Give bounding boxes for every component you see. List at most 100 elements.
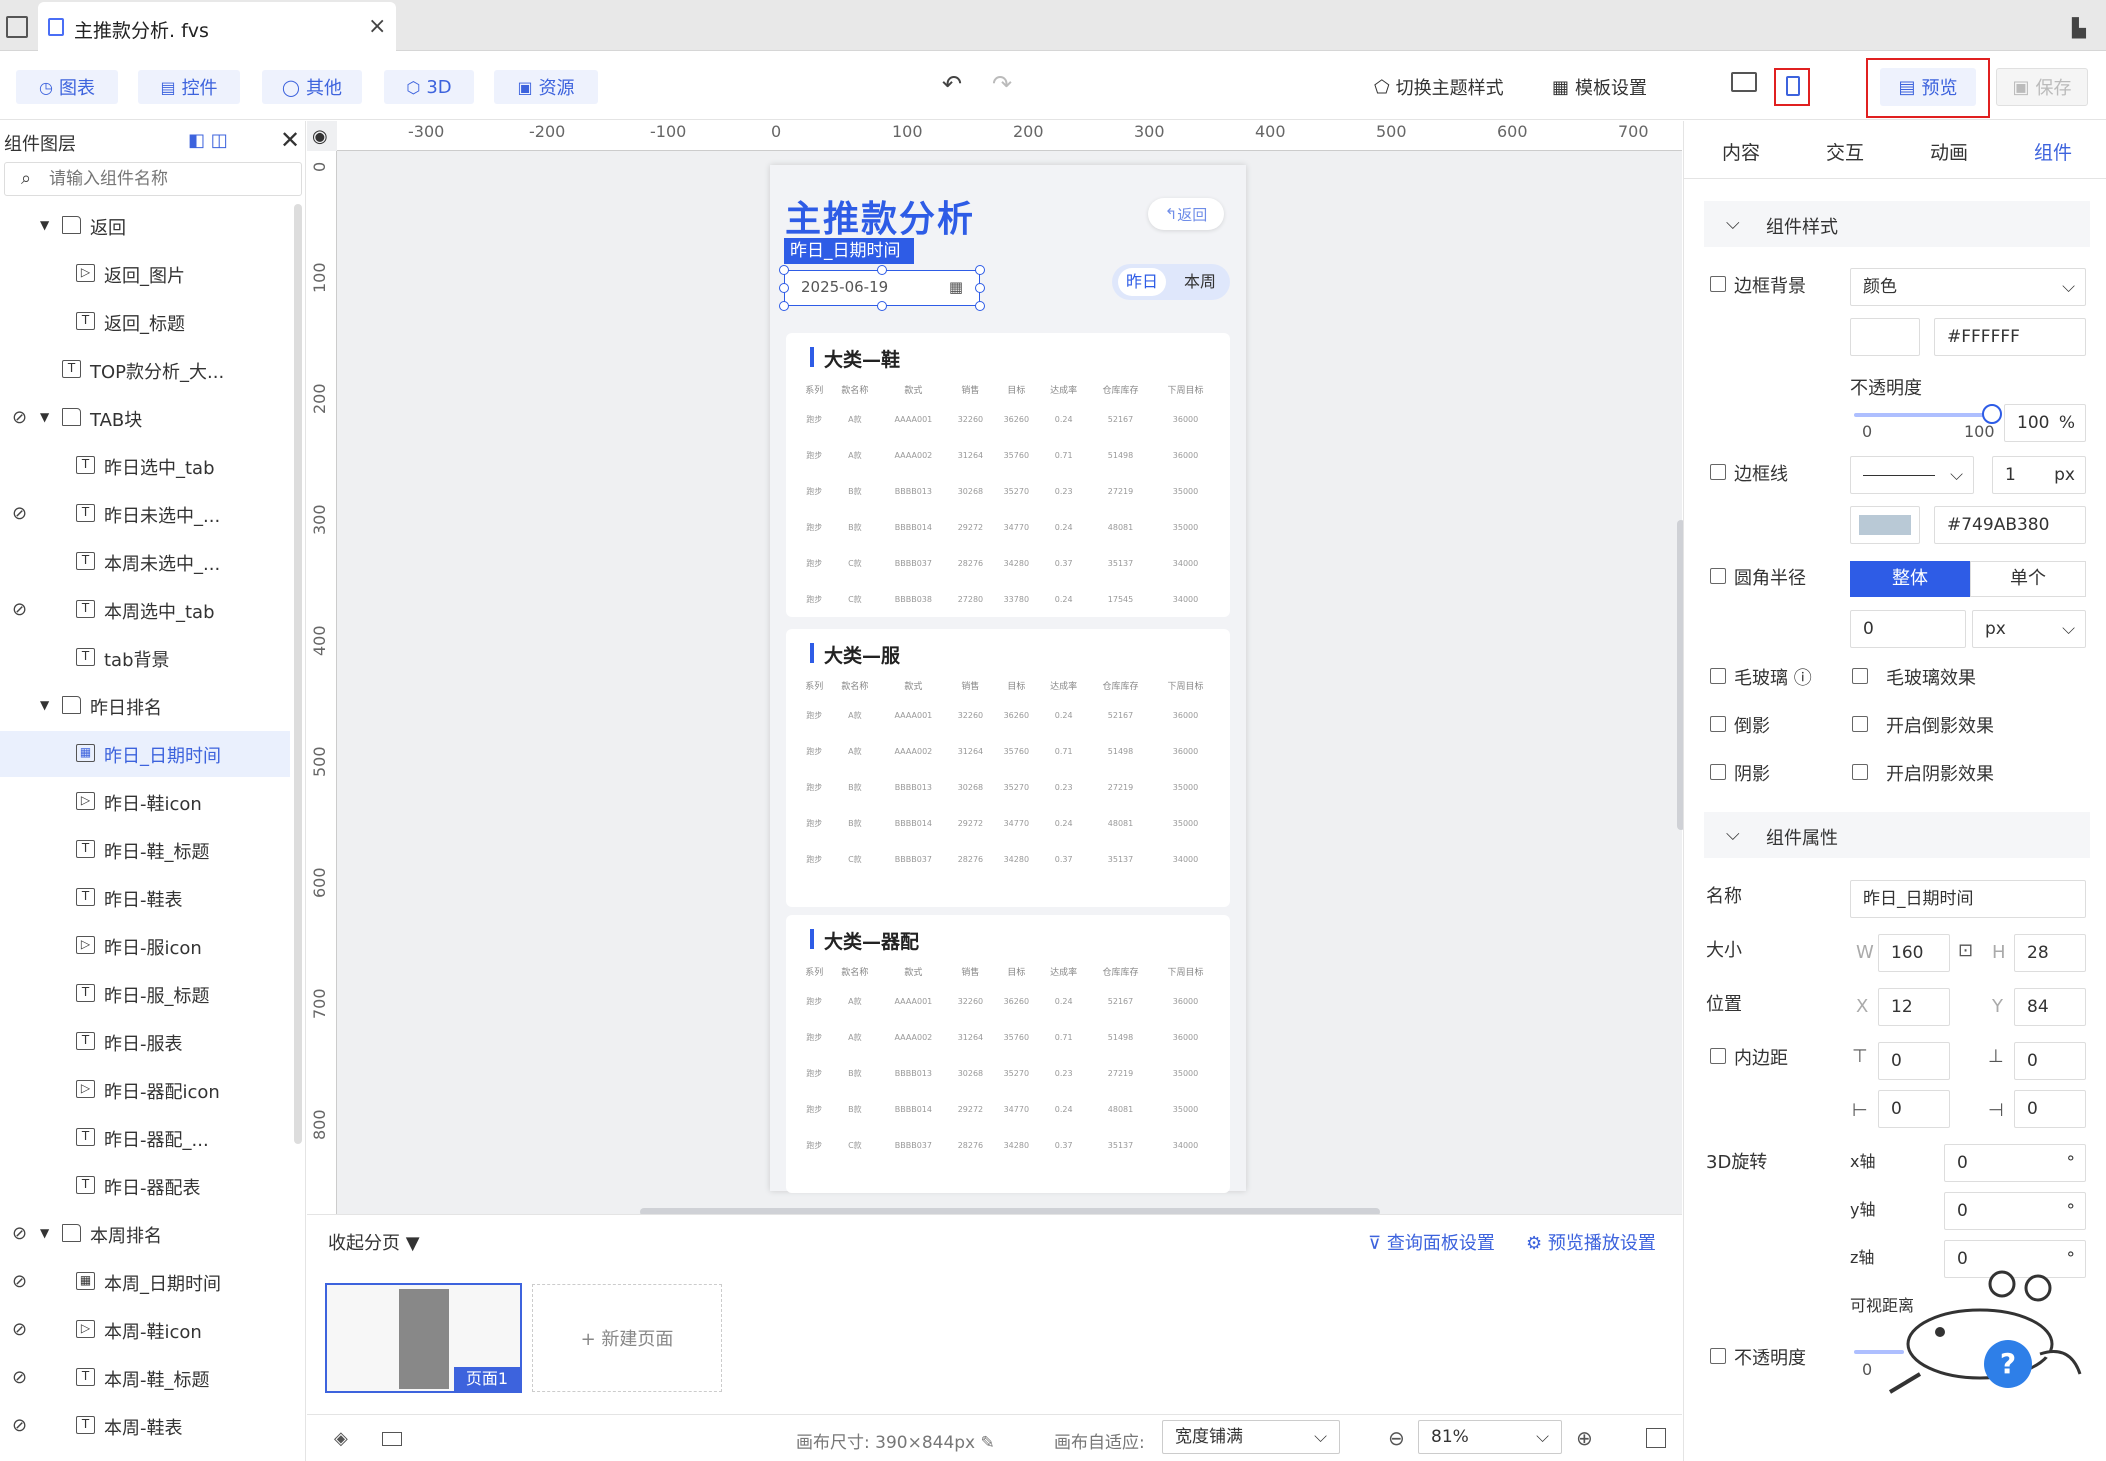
document-tab[interactable]: 主推款分析. fvs × bbox=[38, 2, 396, 51]
layer-item[interactable]: ▼ 返回 bbox=[0, 203, 290, 249]
opacity-input[interactable]: 100% bbox=[2004, 404, 2086, 442]
resize-handle[interactable] bbox=[877, 265, 887, 275]
table-row[interactable]: 跑步 A款 AAAA001 32260 36260 0.24 52167 36000 bbox=[798, 401, 1218, 437]
resize-handle[interactable] bbox=[779, 301, 789, 311]
control-button[interactable]: ▤ 控件 bbox=[138, 70, 240, 104]
y-input[interactable]: 84 bbox=[2014, 988, 2086, 1026]
keyboard-icon[interactable] bbox=[382, 1432, 402, 1446]
layer-item[interactable]: T 昨日-鞋_标题 bbox=[0, 827, 290, 873]
layer-search-input[interactable] bbox=[49, 168, 289, 190]
table-row[interactable]: 跑步 B款 BBBB014 29272 34770 0.24 48081 35000 bbox=[798, 509, 1218, 545]
layer-view-toggle-icon[interactable]: ◧ ◫ bbox=[188, 130, 228, 151]
resize-handle[interactable] bbox=[779, 283, 789, 293]
eye-slash-icon[interactable]: ⊘ bbox=[12, 503, 27, 524]
border-color-swatch[interactable] bbox=[1850, 506, 1920, 544]
border-bg-checkbox[interactable] bbox=[1710, 276, 1726, 292]
reflect-effect-checkbox[interactable] bbox=[1852, 716, 1868, 732]
mobile-device-icon[interactable] bbox=[1786, 76, 1800, 96]
resize-handle[interactable] bbox=[975, 283, 985, 293]
layers-icon[interactable]: ◈ bbox=[334, 1428, 348, 1449]
collapse-pages-button[interactable]: 收起分页 ▼ bbox=[328, 1229, 420, 1255]
table-row[interactable]: 跑步 A款 AAAA002 31264 35760 0.71 51498 36000 bbox=[798, 1019, 1218, 1055]
shadow-checkbox[interactable] bbox=[1710, 764, 1726, 780]
layer-item[interactable]: T 返回_标题 bbox=[0, 299, 290, 345]
eye-slash-icon[interactable]: ⊘ bbox=[12, 1319, 27, 1340]
component-attr-section[interactable]: ⌵ 组件属性 bbox=[1704, 812, 2090, 858]
table-row[interactable]: 跑步 C款 BBBB037 28276 34280 0.37 35137 34000 bbox=[798, 545, 1218, 581]
table-row[interactable]: 跑步 C款 BBBB038 27280 33780 0.24 17545 34000 bbox=[798, 581, 1218, 617]
layer-item[interactable]: ▷ 昨日-器配icon bbox=[0, 1067, 290, 1113]
lock-icon[interactable]: ⊡ bbox=[1958, 940, 1973, 961]
border-bg-type-select[interactable]: 颜色 ⌵ bbox=[1850, 268, 2086, 306]
canvas-size[interactable]: 画布尺寸: 390×844px ✎ bbox=[796, 1428, 995, 1453]
shadow-effect-checkbox[interactable] bbox=[1852, 764, 1868, 780]
layer-item[interactable]: ▦ 昨日_日期时间 bbox=[0, 731, 290, 777]
fullscreen-icon[interactable] bbox=[1646, 1428, 1666, 1448]
padding-checkbox[interactable] bbox=[1710, 1048, 1726, 1064]
tab-yesterday[interactable]: 昨日 bbox=[1118, 268, 1166, 296]
layer-item[interactable]: T 本周未选中_... bbox=[0, 539, 290, 585]
ranking-table[interactable]: 系列 款名称 款式 销售 目标 达成率 仓库库存 下周目标 跑步 A款 AAAA001 32260 36… bbox=[798, 959, 1218, 1163]
chart-button[interactable]: ◷ 图表 bbox=[16, 70, 118, 104]
layer-item[interactable]: ⊘ T 本周选中_tab bbox=[0, 587, 290, 633]
resize-handle[interactable] bbox=[779, 265, 789, 275]
height-input[interactable]: 28 bbox=[2014, 934, 2086, 972]
border-line-checkbox[interactable] bbox=[1710, 464, 1726, 480]
preview-button[interactable]: ▤ 预览 bbox=[1880, 68, 1976, 106]
y-axis-input[interactable]: 0 ° bbox=[1944, 1192, 2086, 1230]
template-settings-button[interactable]: ▦ 模板设置 bbox=[1552, 74, 1647, 100]
page-thumbnail[interactable]: 页面1 bbox=[325, 1283, 522, 1393]
layer-item[interactable]: ⊘ ▼ 本周排名 bbox=[0, 1211, 290, 1257]
window-menu-icon[interactable]: ▙ bbox=[2072, 18, 2086, 39]
layer-item[interactable]: Ttab背景 bbox=[0, 635, 290, 681]
zoom-select[interactable]: 81% ⌵ bbox=[1418, 1420, 1562, 1454]
close-panel-icon[interactable]: ✕ bbox=[280, 126, 300, 154]
layer-scrollbar[interactable] bbox=[294, 204, 302, 1144]
redo-icon[interactable]: ↷ bbox=[992, 70, 1012, 98]
tab-component[interactable]: 组件 bbox=[2034, 138, 2072, 165]
table-row[interactable]: 跑步 B款 BBBB013 30268 35270 0.23 27219 35000 bbox=[798, 769, 1218, 805]
opacity-slider[interactable] bbox=[1854, 413, 1990, 417]
desktop-device-icon[interactable] bbox=[1731, 72, 1757, 92]
help-button[interactable]: ? bbox=[1984, 1340, 2032, 1388]
tab-this-week[interactable]: 本周 bbox=[1176, 268, 1224, 296]
table-row[interactable]: 跑步 B款 BBBB014 29272 34770 0.24 48081 35000 bbox=[798, 805, 1218, 841]
undo-icon[interactable]: ↶ bbox=[942, 70, 962, 98]
radius-checkbox[interactable] bbox=[1710, 568, 1726, 584]
eye-icon[interactable]: ◉ bbox=[312, 126, 328, 147]
layer-item[interactable]: T 昨日-服_标题 bbox=[0, 971, 290, 1017]
layer-item[interactable]: T 昨日-服表 bbox=[0, 1019, 290, 1065]
caret-down-icon[interactable]: ▼ bbox=[40, 698, 49, 712]
caret-down-icon[interactable]: ▼ bbox=[40, 410, 49, 424]
ranking-table[interactable]: 系列 款名称 款式 销售 目标 达成率 仓库库存 下周目标 跑步 A款 AAAA001 32260 36… bbox=[798, 377, 1218, 617]
layer-item[interactable]: ⊘ ▦ 本周_日期时间 bbox=[0, 1259, 290, 1305]
padding-top-input[interactable]: 0 bbox=[1878, 1042, 1950, 1080]
save-button[interactable]: ▣ 保存 bbox=[1996, 68, 2088, 106]
eye-slash-icon[interactable]: ⊘ bbox=[12, 407, 27, 428]
tab-content[interactable]: 内容 bbox=[1722, 138, 1760, 165]
radius-input[interactable]: 0 bbox=[1850, 610, 1966, 648]
zoom-out-icon[interactable]: ⊖ bbox=[1388, 1426, 1405, 1450]
border-width-input[interactable]: 1 px bbox=[1992, 456, 2086, 494]
layer-item[interactable]: ▼ 昨日排名 bbox=[0, 683, 290, 729]
table-row[interactable]: 跑步 B款 BBBB013 30268 35270 0.23 27219 35000 bbox=[798, 473, 1218, 509]
back-button[interactable]: ↰ 返回 bbox=[1148, 198, 1224, 230]
eye-slash-icon[interactable]: ⊘ bbox=[12, 1415, 27, 1436]
resize-handle[interactable] bbox=[975, 301, 985, 311]
padding-right-input[interactable]: 0 bbox=[2014, 1090, 2086, 1128]
eye-slash-icon[interactable]: ⊘ bbox=[12, 599, 27, 620]
padding-bottom-input[interactable]: 0 bbox=[2014, 1042, 2086, 1080]
tab-interaction[interactable]: 交互 bbox=[1826, 138, 1864, 165]
app-window-icon[interactable] bbox=[6, 16, 28, 38]
new-page-button[interactable]: + 新建页面 bbox=[532, 1284, 722, 1392]
ranking-card[interactable]: 大类—鞋 系列 款名称 款式 销售 目标 达成率 仓库库存 下周目标 跑步 A款 AAAA001 322… bbox=[786, 333, 1230, 617]
name-input[interactable]: 昨日_日期时间 bbox=[1850, 880, 2086, 918]
table-row[interactable]: 跑步 A款 AAAA002 31264 35760 0.71 51498 36000 bbox=[798, 733, 1218, 769]
layer-item[interactable]: T 昨日选中_tab bbox=[0, 443, 290, 489]
table-row[interactable]: 跑步 A款 AAAA002 31264 35760 0.71 51498 36000 bbox=[798, 437, 1218, 473]
padding-left-input[interactable]: 0 bbox=[1878, 1090, 1950, 1128]
opacity-checkbox[interactable] bbox=[1710, 1348, 1726, 1364]
resize-handle[interactable] bbox=[975, 265, 985, 275]
eye-slash-icon[interactable]: ⊘ bbox=[12, 1271, 27, 1292]
ranking-card[interactable]: 大类—服 系列 款名称 款式 销售 目标 达成率 仓库库存 下周目标 跑步 A款 AAAA001 322… bbox=[786, 629, 1230, 907]
